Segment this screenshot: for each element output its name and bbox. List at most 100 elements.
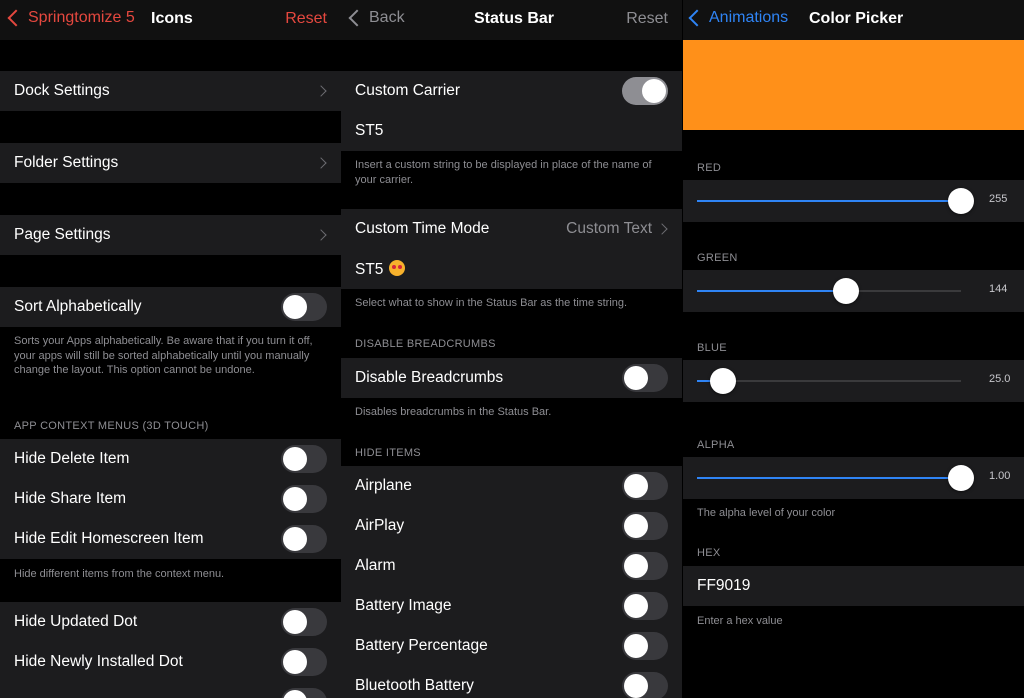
status-bar-panel: Back Status Bar Reset Custom Carrier ST5… [341,0,682,698]
hide-battery-percentage-row: Battery Percentage [341,626,682,666]
back-label: Animations [709,9,789,26]
alpha-footer-text: The alpha level of your color [697,507,836,519]
row-label: Custom Carrier [355,82,461,99]
hide-newly-installed-dot-toggle[interactable] [281,648,327,676]
chevron-left-icon [688,9,706,27]
alpha-slider[interactable] [697,465,974,491]
slider-thumb[interactable] [833,278,860,304]
row-label: Disable Breadcrumbs [355,369,504,386]
green-label: GREEN [697,252,738,264]
row-label: Folder Settings [14,154,119,171]
toggle-knob [283,527,307,551]
reset-button[interactable]: Reset [285,10,327,28]
time-text-value: ST5 [355,259,406,279]
blue-label: BLUE [697,342,727,354]
hide-newly-installed-dot-row: Hide Newly Installed Dot [0,642,341,682]
disable-breadcrumbs-toggle[interactable] [622,364,668,392]
partial-toggle[interactable] [281,688,327,698]
green-value: 144 [989,283,1008,295]
row-label: Hide Delete Item [14,450,130,467]
time-mode-value: Custom Text [566,220,652,237]
back-label: Back [369,9,405,26]
chevron-right-icon [315,157,327,169]
red-slider-row: 255 [683,180,1024,222]
red-value: 255 [989,193,1008,205]
blue-slider[interactable] [697,368,961,394]
blue-value: 25.0 [989,373,1011,385]
hide-share-item-toggle[interactable] [281,485,327,513]
back-button[interactable]: Springtomize 5 [7,9,135,27]
nav-bar: Springtomize 5 Icons Reset [0,0,341,40]
carrier-text-field[interactable]: ST5 [341,111,682,151]
toggle-knob [283,610,307,634]
color-picker-panel: Animations Color Picker RED 255 GREEN 14… [683,0,1024,698]
page-title: Status Bar [474,10,555,27]
toggle-knob [283,690,307,698]
toggle-knob [283,650,307,674]
time-text-string: ST5 [355,260,384,278]
time-text-field[interactable]: ST5 [341,249,682,289]
hex-label: HEX [697,547,721,559]
hex-input-field[interactable]: FF9019 [683,566,1024,606]
color-preview-swatch [683,40,1024,130]
green-slider-row: 144 [683,270,1024,312]
slider-fill [697,477,961,479]
slider-thumb[interactable] [948,188,974,214]
back-button[interactable]: Back [348,9,405,27]
sort-alphabetically-toggle[interactable] [281,293,327,321]
hide-updated-dot-row: Hide Updated Dot [0,602,341,642]
green-slider[interactable] [697,278,961,304]
row-label: Sort Alphabetically [14,298,142,315]
carrier-footer-text: Insert a custom string to be displayed i… [355,159,652,186]
row-label: Hide Edit Homescreen Item [14,530,204,547]
hide-alarm-toggle[interactable] [622,552,668,580]
hide-airplane-toggle[interactable] [622,472,668,500]
custom-carrier-toggle[interactable] [622,77,668,105]
alpha-label: ALPHA [697,439,735,451]
folder-settings-row[interactable]: Folder Settings [0,143,341,183]
row-label: Hide Share Item [14,490,126,507]
hide-battery-image-toggle[interactable] [622,592,668,620]
heart-eyes-emoji-icon [389,259,406,276]
custom-time-mode-row[interactable]: Custom Time Mode Custom Text [341,209,682,249]
nav-bar: Animations Color Picker [683,0,1024,40]
page-settings-row[interactable]: Page Settings [0,215,341,255]
row-label: Hide Newly Installed Dot [14,653,183,670]
chevron-left-icon [348,9,366,27]
reset-button[interactable]: Reset [626,10,668,28]
page-title: Color Picker [809,10,904,27]
hex-footer-text: Enter a hex value [697,615,783,627]
blue-slider-row: 25.0 [683,360,1024,402]
hide-updated-dot-toggle[interactable] [281,608,327,636]
hide-delete-item-toggle[interactable] [281,445,327,473]
slider-fill [697,290,847,292]
dock-settings-row[interactable]: Dock Settings [0,71,341,111]
row-label: Custom Time Mode [355,220,490,237]
context-menus-header: APP CONTEXT MENUS (3D TOUCH) [14,420,209,432]
toggle-knob [624,474,648,498]
red-slider[interactable] [697,188,974,214]
carrier-text-value: ST5 [355,122,384,139]
hide-share-item-row: Hide Share Item [0,479,341,519]
toggle-knob [624,514,648,538]
sort-alphabetically-row: Sort Alphabetically [0,287,341,327]
slider-thumb[interactable] [709,368,736,394]
icons-settings-panel: Springtomize 5 Icons Reset Dock Settings… [0,0,341,698]
hide-airplay-toggle[interactable] [622,512,668,540]
toggle-knob [624,594,648,618]
hide-battery-percentage-toggle[interactable] [622,632,668,660]
toggle-knob [642,79,666,103]
back-button[interactable]: Animations [688,9,789,27]
slider-thumb[interactable] [948,465,974,491]
nav-bar: Back Status Bar Reset [341,0,682,40]
hide-bluetooth-battery-toggle[interactable] [622,672,668,698]
row-label: Hide Updated Dot [14,613,138,630]
toggle-knob [283,295,307,319]
toggle-knob [624,634,648,658]
partial-row [0,682,341,698]
alpha-slider-row: 1.00 [683,457,1024,499]
hide-edit-homescreen-item-toggle[interactable] [281,525,327,553]
disable-breadcrumbs-row: Disable Breadcrumbs [341,358,682,398]
alpha-value: 1.00 [989,470,1011,482]
hide-delete-item-row: Hide Delete Item [0,439,341,479]
